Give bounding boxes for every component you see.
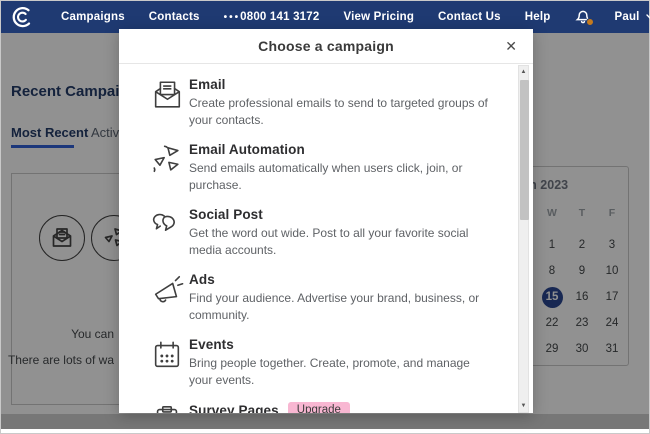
notification-bell-icon[interactable] — [574, 7, 592, 27]
choose-campaign-modal: Choose a campaign ✕ Email Create profess… — [119, 29, 533, 413]
user-menu[interactable]: Paul — [614, 11, 650, 23]
campaign-option-title: Events — [189, 337, 234, 352]
campaign-option-text: Email Create professional emails to send… — [189, 77, 517, 129]
nav-phone-number: 0800 141 3172 — [240, 11, 319, 23]
upgrade-badge: Upgrade — [288, 402, 350, 413]
campaign-option-social-post[interactable]: Social Post Get the word out wide. Post … — [145, 207, 517, 259]
events-icon — [145, 337, 189, 372]
user-name: Paul — [614, 11, 639, 23]
constant-contact-logo-icon[interactable] — [11, 5, 35, 29]
email-icon — [145, 77, 189, 112]
campaign-option-desc: Find your audience. Advertise your brand… — [189, 290, 491, 324]
scroll-down-icon[interactable]: ▼ — [519, 400, 528, 412]
nav-more-menu[interactable]: ••• — [224, 12, 241, 23]
campaign-option-text: Social Post Get the word out wide. Post … — [189, 207, 517, 259]
campaign-option-desc: Get the word out wide. Post to all your … — [189, 225, 491, 259]
campaign-option-desc: Bring people together. Create, promote, … — [189, 355, 491, 389]
modal-scrollbar[interactable]: ▲ ▼ — [518, 65, 529, 413]
nav-campaigns[interactable]: Campaigns — [61, 11, 125, 23]
campaign-option-title: Email — [189, 77, 226, 92]
campaign-option-events[interactable]: Events Bring people together. Create, pr… — [145, 337, 517, 389]
campaign-option-desc: Create professional emails to send to ta… — [189, 95, 491, 129]
campaign-option-survey-pages[interactable]: Survey Pages Upgrade New and improved. Y… — [145, 402, 517, 413]
ads-icon — [145, 272, 189, 307]
nav-contact-us[interactable]: Contact Us — [438, 11, 501, 23]
scroll-up-icon[interactable]: ▲ — [519, 66, 528, 78]
campaign-option-title: Survey Pages — [189, 403, 279, 413]
scrollbar-thumb[interactable] — [520, 80, 529, 220]
close-icon[interactable]: ✕ — [505, 37, 517, 55]
nav-view-pricing[interactable]: View Pricing — [343, 11, 414, 23]
modal-header: Choose a campaign ✕ — [119, 29, 533, 64]
campaign-option-desc: Send emails automatically when users cli… — [189, 160, 491, 194]
campaign-option-email-automation[interactable]: Email Automation Send emails automatical… — [145, 142, 517, 194]
email-automation-icon — [145, 142, 189, 177]
chevron-down-icon — [646, 14, 650, 20]
modal-title: Choose a campaign — [258, 38, 394, 54]
campaign-option-text: Email Automation Send emails automatical… — [189, 142, 517, 194]
campaign-option-text: Events Bring people together. Create, pr… — [189, 337, 517, 389]
notification-dot — [586, 18, 594, 26]
campaign-option-email[interactable]: Email Create professional emails to send… — [145, 77, 517, 129]
campaign-option-title: Social Post — [189, 207, 263, 222]
social-post-icon — [145, 207, 189, 242]
campaign-option-title: Ads — [189, 272, 215, 287]
campaign-type-list: Email Create professional emails to send… — [119, 65, 517, 413]
campaign-option-text: Survey Pages Upgrade New and improved. Y… — [189, 402, 517, 413]
nav-help[interactable]: Help — [525, 11, 551, 23]
campaign-option-title: Email Automation — [189, 142, 305, 157]
nav-contacts[interactable]: Contacts — [149, 11, 200, 23]
survey-pages-icon — [145, 402, 189, 413]
campaign-option-ads[interactable]: Ads Find your audience. Advertise your b… — [145, 272, 517, 324]
campaign-option-text: Ads Find your audience. Advertise your b… — [189, 272, 517, 324]
